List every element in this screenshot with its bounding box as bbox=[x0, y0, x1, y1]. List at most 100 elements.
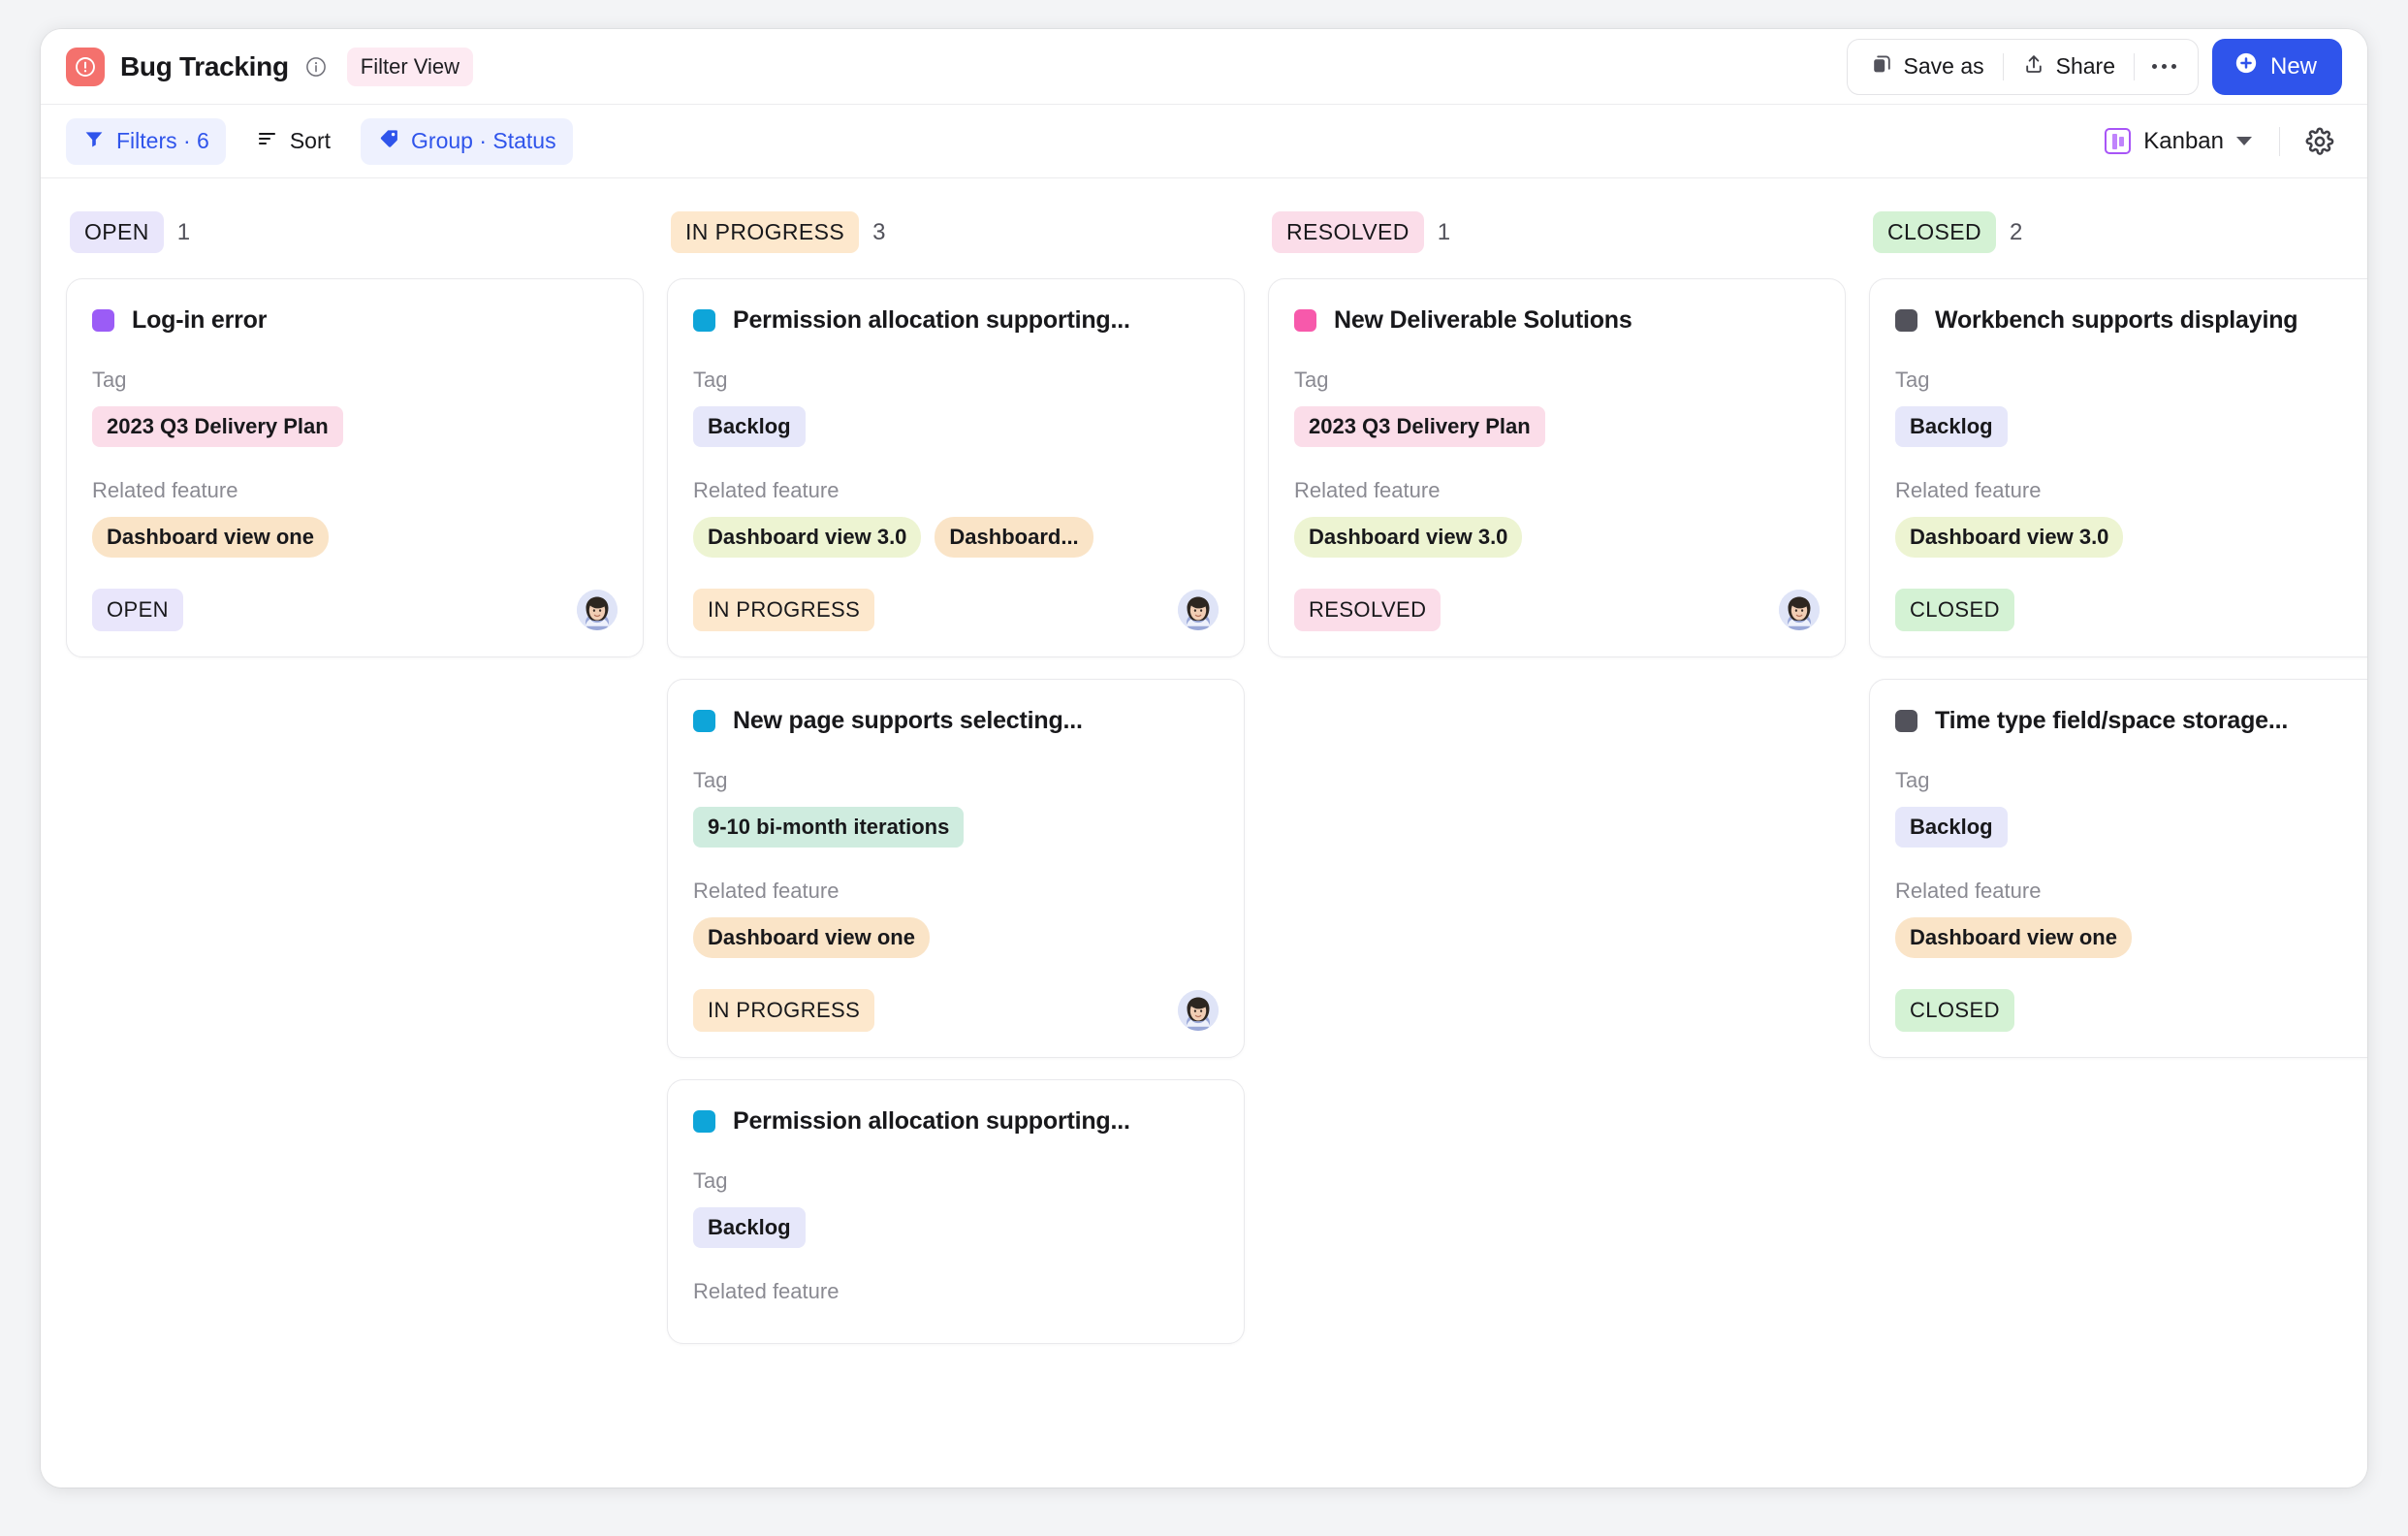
kanban-column-open: OPEN 1 Log-in error Tag 2023 Q3 Delivery Pla… bbox=[66, 211, 667, 1488]
new-button[interactable]: New bbox=[2211, 38, 2342, 95]
filter-view-badge[interactable]: Filter View bbox=[346, 47, 474, 86]
save-as-button[interactable]: Save as bbox=[1852, 44, 2003, 90]
card-type-square-icon bbox=[1294, 309, 1316, 332]
column-card-list: Log-in error Tag 2023 Q3 Delivery Plan Rela… bbox=[66, 278, 644, 657]
view-switcher[interactable]: Kanban bbox=[2095, 118, 2262, 165]
kanban-card[interactable]: Workbench supports displaying Tag Backlog R… bbox=[1869, 278, 2367, 657]
tag-chip[interactable]: 2023 Q3 Delivery Plan bbox=[1294, 406, 1545, 447]
share-button[interactable]: Share bbox=[2004, 44, 2134, 90]
tag-field-label: Tag bbox=[693, 1168, 728, 1193]
kanban-card[interactable]: Log-in error Tag 2023 Q3 Delivery Plan Rela… bbox=[66, 278, 644, 657]
status-badge[interactable]: IN PROGRESS bbox=[693, 589, 875, 631]
sort-button[interactable]: Sort bbox=[239, 118, 347, 165]
tag-chip[interactable]: Backlog bbox=[693, 406, 806, 447]
filters-button[interactable]: Filters · 6 bbox=[66, 117, 226, 165]
related-feature-chip-row: Dashboard view 3.0 bbox=[1294, 517, 1820, 558]
board-toolbar: Filters · 6 Sort Group · Status Kanban bbox=[41, 105, 2367, 178]
column-status-pill[interactable]: CLOSED bbox=[1873, 211, 1996, 253]
app-header: Bug Tracking Filter View Save as Share N… bbox=[41, 29, 2367, 105]
column-status-pill[interactable]: RESOLVED bbox=[1272, 211, 1424, 253]
related-feature-chip-row: Dashboard view 3.0 bbox=[1895, 517, 2367, 558]
avatar[interactable] bbox=[1178, 590, 1219, 630]
group-button[interactable]: Group · Status bbox=[361, 117, 573, 165]
column-header: OPEN 1 bbox=[66, 211, 644, 253]
toolbar-right-group: Kanban bbox=[2095, 118, 2342, 165]
card-type-square-icon bbox=[693, 710, 715, 732]
column-status-pill[interactable]: IN PROGRESS bbox=[671, 211, 860, 253]
tag-chip-row: Backlog bbox=[1895, 406, 2367, 447]
kanban-column-resolved: RESOLVED 1 New Deliverable Solutions Tag 202… bbox=[1268, 211, 1869, 1488]
tag-field-label: Tag bbox=[1895, 368, 1930, 392]
column-card-list: New Deliverable Solutions Tag 2023 Q3 Deli… bbox=[1268, 278, 1846, 657]
kanban-column-in-progress: IN PROGRESS 3 Permission allocation suppor… bbox=[667, 211, 1268, 1488]
related-feature-chip[interactable]: Dashboard view 3.0 bbox=[693, 517, 922, 558]
kanban-card[interactable]: Permission allocation supporting... Tag Ba… bbox=[667, 1079, 1245, 1344]
funnel-icon bbox=[82, 127, 106, 156]
tag-icon bbox=[377, 127, 400, 156]
card-footer: IN PROGRESS bbox=[693, 589, 1219, 631]
related-feature-chip-row: Dashboard view one bbox=[693, 917, 1219, 958]
column-card-list: Permission allocation supporting... Tag Ba… bbox=[667, 278, 1245, 1344]
status-badge[interactable]: CLOSED bbox=[1895, 589, 2014, 631]
column-header: CLOSED 2 bbox=[1869, 211, 2367, 253]
card-title: Permission allocation supporting... bbox=[733, 1107, 1130, 1135]
card-title-row: Workbench supports displaying bbox=[1895, 306, 2367, 335]
avatar[interactable] bbox=[577, 590, 618, 630]
alert-circle-icon bbox=[66, 47, 105, 86]
share-icon bbox=[2022, 52, 2045, 81]
tag-chip[interactable]: 2023 Q3 Delivery Plan bbox=[92, 406, 343, 447]
related-feature-field-label: Related feature bbox=[693, 879, 840, 903]
related-feature-chip[interactable]: Dashboard view one bbox=[1895, 917, 2132, 958]
card-type-square-icon bbox=[1895, 309, 1917, 332]
tag-chip[interactable]: 9-10 bi-month iterations bbox=[693, 807, 965, 848]
avatar[interactable] bbox=[1779, 590, 1820, 630]
related-feature-field-label: Related feature bbox=[1895, 879, 2042, 903]
info-icon[interactable] bbox=[304, 55, 328, 79]
related-feature-chip[interactable]: Dashboard view one bbox=[92, 517, 329, 558]
card-title: New Deliverable Solutions bbox=[1334, 306, 1632, 334]
copy-icon bbox=[1870, 52, 1893, 81]
avatar[interactable] bbox=[1178, 990, 1219, 1031]
card-footer: CLOSED bbox=[1895, 989, 2367, 1032]
status-badge[interactable]: RESOLVED bbox=[1294, 589, 1442, 631]
header-right-group: Save as Share New bbox=[1846, 38, 2342, 95]
related-feature-chip-row: Dashboard view one bbox=[1895, 917, 2367, 958]
tag-chip[interactable]: Backlog bbox=[693, 1207, 806, 1248]
tag-chip-row: Backlog bbox=[693, 1207, 1219, 1248]
kanban-card[interactable]: New Deliverable Solutions Tag 2023 Q3 Deli… bbox=[1268, 278, 1846, 657]
related-feature-field-label: Related feature bbox=[1895, 478, 2042, 502]
chevron-down-icon[interactable] bbox=[2236, 137, 2252, 145]
status-badge[interactable]: IN PROGRESS bbox=[693, 989, 875, 1032]
tag-field-label: Tag bbox=[693, 368, 728, 392]
status-badge[interactable]: CLOSED bbox=[1895, 989, 2014, 1032]
card-title-row: Permission allocation supporting... bbox=[693, 306, 1219, 335]
related-feature-chip[interactable]: Dashboard view 3.0 bbox=[1294, 517, 1523, 558]
status-badge[interactable]: OPEN bbox=[92, 589, 183, 631]
related-feature-chip[interactable]: Dashboard view 3.0 bbox=[1895, 517, 2124, 558]
new-label: New bbox=[2269, 52, 2317, 80]
ellipsis-icon[interactable] bbox=[2135, 44, 2194, 90]
column-status-pill[interactable]: OPEN bbox=[70, 211, 164, 253]
tag-chip-row: Backlog bbox=[1895, 807, 2367, 848]
view-label: Kanban bbox=[2143, 127, 2224, 154]
kanban-card[interactable]: New page supports selecting... Tag 9-10 bi… bbox=[667, 679, 1245, 1058]
toolbar-divider bbox=[2279, 126, 2280, 156]
tag-chip[interactable]: Backlog bbox=[1895, 406, 2008, 447]
tag-chip-row: 2023 Q3 Delivery Plan bbox=[1294, 406, 1820, 447]
app-window: Bug Tracking Filter View Save as Share N… bbox=[41, 29, 2367, 1488]
kanban-card[interactable]: Permission allocation supporting... Tag Ba… bbox=[667, 278, 1245, 657]
card-title: Permission allocation supporting... bbox=[733, 306, 1130, 334]
related-feature-chip[interactable]: Dashboard view one bbox=[693, 917, 930, 958]
tag-field-label: Tag bbox=[92, 368, 127, 392]
tag-chip[interactable]: Backlog bbox=[1895, 807, 2008, 848]
kanban-card[interactable]: Time type field/space storage... Tag Backl… bbox=[1869, 679, 2367, 1058]
sort-label: Sort bbox=[289, 128, 332, 153]
card-type-square-icon bbox=[92, 309, 114, 332]
card-type-square-icon bbox=[693, 309, 715, 332]
related-feature-chip[interactable]: Dashboard... bbox=[935, 517, 1093, 558]
card-title: Workbench supports displaying bbox=[1935, 306, 2298, 334]
share-label: Share bbox=[2055, 53, 2115, 79]
gear-icon[interactable] bbox=[2297, 119, 2342, 164]
kanban-icon bbox=[2105, 128, 2132, 154]
column-header: IN PROGRESS 3 bbox=[667, 211, 1245, 253]
